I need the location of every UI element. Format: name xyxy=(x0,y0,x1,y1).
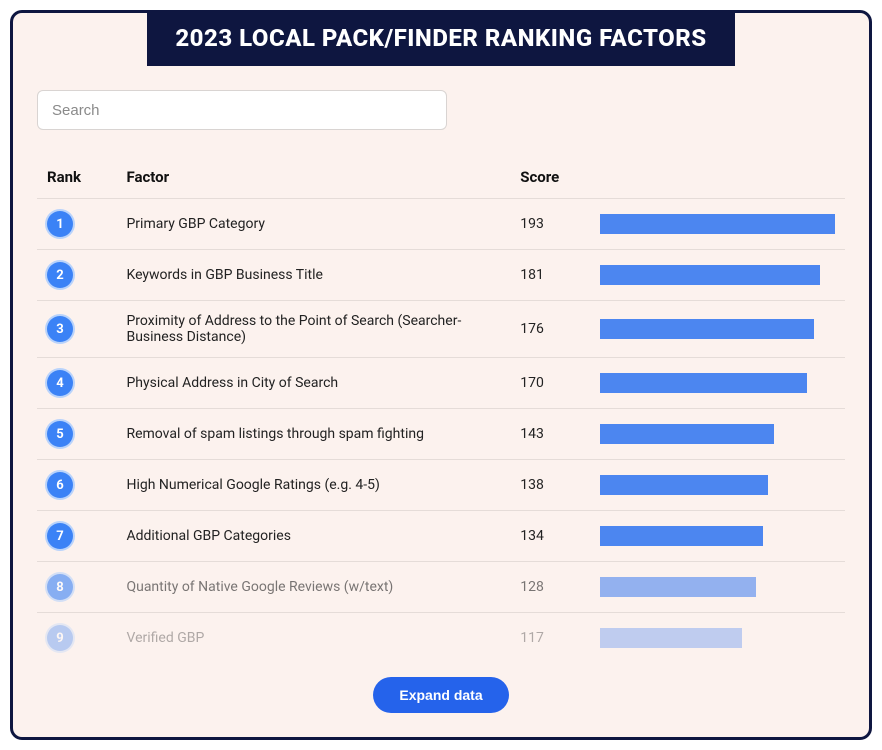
table-row: 4 Physical Address in City of Search170 xyxy=(37,358,845,409)
header-factor: Factor xyxy=(116,158,510,199)
factor-cell: Additional GBP Categories xyxy=(116,511,510,562)
expand-data-button[interactable]: Expand data xyxy=(373,677,508,713)
table-row: 9 Verified GBP117 xyxy=(37,613,845,664)
rank-badge: 4 xyxy=(47,370,73,396)
score-bar xyxy=(600,475,835,495)
score-cell: 128 xyxy=(510,562,590,613)
table-row: 3 Proximity of Address to the Point of Se… xyxy=(37,301,845,358)
table-row: 6 High Numerical Google Ratings (e.g. 4-5… xyxy=(37,460,845,511)
score-bar xyxy=(600,214,835,234)
factor-cell: Quantity of Native Google Reviews (w/tex… xyxy=(116,562,510,613)
score-bar xyxy=(600,526,835,546)
rank-badge: 9 xyxy=(47,625,73,651)
score-cell: 138 xyxy=(510,460,590,511)
score-cell: 193 xyxy=(510,199,590,250)
score-cell: 170 xyxy=(510,358,590,409)
score-bar xyxy=(600,265,835,285)
rank-badge: 3 xyxy=(47,316,73,342)
factor-cell: Keywords in GBP Business Title xyxy=(116,250,510,301)
rank-badge: 6 xyxy=(47,472,73,498)
header-bar xyxy=(590,158,845,199)
header-score: Score xyxy=(510,158,590,199)
search-input[interactable] xyxy=(37,90,447,130)
score-cell: 181 xyxy=(510,250,590,301)
rank-badge: 2 xyxy=(47,262,73,288)
table-row: 5 Removal of spam listings through spam f… xyxy=(37,409,845,460)
page-title: 2023 LOCAL PACK/FINDER RANKING FACTORS xyxy=(147,10,734,66)
ranking-factors-card: 2023 LOCAL PACK/FINDER RANKING FACTORS R… xyxy=(10,10,872,740)
score-cell: 143 xyxy=(510,409,590,460)
score-cell: 117 xyxy=(510,613,590,664)
rank-badge: 1 xyxy=(47,211,73,237)
score-bar xyxy=(600,628,835,648)
table-row: 2 Keywords in GBP Business Title181 xyxy=(37,250,845,301)
content-area: Rank Factor Score 1Primary GBP Category1… xyxy=(13,66,869,713)
rank-badge: 8 xyxy=(47,574,73,600)
rank-badge: 7 xyxy=(47,523,73,549)
score-bar xyxy=(600,319,835,339)
table-row: 1 Primary GBP Category193 xyxy=(37,199,845,250)
factor-cell: Proximity of Address to the Point of Sea… xyxy=(116,301,510,358)
score-bar xyxy=(600,424,835,444)
score-cell: 134 xyxy=(510,511,590,562)
header-rank: Rank xyxy=(37,158,116,199)
factor-cell: Removal of spam listings through spam fi… xyxy=(116,409,510,460)
factor-cell: Primary GBP Category xyxy=(116,199,510,250)
score-bar xyxy=(600,373,835,393)
score-cell: 176 xyxy=(510,301,590,358)
score-bar xyxy=(600,577,835,597)
table-row: 7 Additional GBP Categories134 xyxy=(37,511,845,562)
table-row: 8 Quantity of Native Google Reviews (w/te… xyxy=(37,562,845,613)
ranking-table: Rank Factor Score 1Primary GBP Category1… xyxy=(37,158,845,663)
factor-cell: Verified GBP xyxy=(116,613,510,664)
rank-badge: 5 xyxy=(47,421,73,447)
factor-cell: Physical Address in City of Search xyxy=(116,358,510,409)
factor-cell: High Numerical Google Ratings (e.g. 4-5) xyxy=(116,460,510,511)
